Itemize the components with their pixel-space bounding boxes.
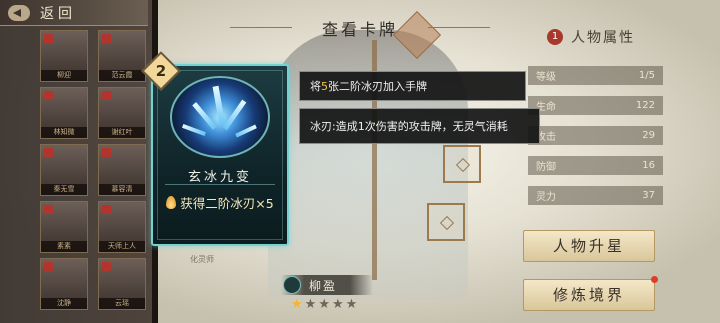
card-caption: 化灵师: [190, 255, 214, 264]
page-title: 查看卡牌: [321, 20, 398, 39]
roster-portrait[interactable]: 范云霞: [98, 30, 146, 82]
element-badge-icon: [44, 262, 53, 271]
attribute-value: 16: [642, 160, 655, 171]
roster-portrait[interactable]: 林知微: [40, 87, 88, 139]
star-icon: ★: [345, 297, 358, 312]
element-badge-icon: [102, 148, 111, 157]
attribute-label: 防御: [536, 162, 556, 173]
roster-portrait[interactable]: 天师上人: [98, 201, 146, 253]
roster-name: 天师上人: [99, 241, 145, 252]
ice-shard: [235, 124, 257, 138]
tooltip-highlight: 5: [321, 79, 328, 93]
element-icon: [283, 276, 301, 294]
attribute-row: 防御 16: [528, 156, 663, 175]
roster-portrait[interactable]: 慕容清: [98, 144, 146, 196]
roster-portrait[interactable]: 谢红叶: [98, 87, 146, 139]
attribute-row: 生命 122: [528, 96, 663, 115]
character-nameplate: 柳盈: [281, 275, 373, 295]
element-badge-icon: [102, 262, 111, 271]
roster-name: 林知微: [41, 127, 87, 138]
ice-shard: [222, 99, 247, 131]
element-badge-icon: [44, 91, 53, 100]
ice-shards-icon: [170, 76, 270, 158]
back-button[interactable]: 返回: [0, 0, 148, 26]
star-icon: ★: [304, 297, 317, 312]
roster-name: 秦无雪: [41, 184, 87, 195]
star-icon: ★: [291, 297, 303, 312]
roster-name: 素素: [41, 241, 87, 252]
attribute-label: 灵力: [536, 192, 556, 203]
card-divider: [165, 184, 275, 185]
attribute-value: 1/5: [638, 70, 655, 81]
card-effect: 获得二阶冰刃×5: [153, 193, 287, 212]
attributes-title: 人物属性: [571, 30, 635, 46]
skill-card[interactable]: 玄冰九变 获得二阶冰刃×5: [151, 64, 289, 246]
back-arrow-icon: [8, 4, 30, 21]
tooltip-prefix: 将: [310, 80, 321, 93]
flame-icon: [166, 196, 177, 209]
element-badge-icon: [102, 91, 111, 100]
element-badge-icon: [44, 148, 53, 157]
ice-shard: [192, 102, 217, 130]
character-name: 柳盈: [309, 278, 338, 293]
equipment-slot[interactable]: [427, 203, 465, 241]
back-label: 返回: [40, 5, 76, 22]
card-effect-text: 获得二阶冰刃×5: [180, 196, 274, 211]
roster-name: 柳迎: [41, 70, 87, 81]
roster-name: 慕容清: [99, 184, 145, 195]
attribute-value: 37: [642, 190, 655, 201]
roster-portrait[interactable]: 云瑶: [98, 258, 146, 310]
roster-portrait[interactable]: 柳迎: [40, 30, 88, 82]
element-badge-icon: [102, 34, 111, 43]
cultivate-realm-label: 修炼境界: [552, 286, 625, 304]
ice-shard: [182, 124, 206, 136]
roster-name: 谢红叶: [99, 127, 145, 138]
card-tooltip: 将 5 张二阶冰刃加入手牌: [299, 71, 526, 101]
roster-name: 范云霞: [99, 70, 145, 81]
equipment-slot[interactable]: [443, 145, 481, 183]
element-badge-icon: [102, 205, 111, 214]
page-title-banner: 查看卡牌: [230, 14, 490, 42]
roster-portrait[interactable]: 沈静: [40, 258, 88, 310]
element-badge-icon: [44, 34, 53, 43]
attribute-row: 攻击 29: [528, 126, 663, 145]
roster-portrait[interactable]: 素素: [40, 201, 88, 253]
card-cost: 2: [155, 62, 167, 80]
star-icon: ★: [318, 297, 330, 312]
element-badge-icon: [44, 205, 53, 214]
ice-shard: [212, 85, 226, 127]
attribute-value: 122: [635, 100, 655, 111]
cultivate-realm-button[interactable]: 修炼境界: [523, 276, 658, 311]
attribute-row: 灵力 37: [528, 186, 663, 205]
roster-name: 沈静: [41, 298, 87, 309]
attribute-row: 等级 1/5: [528, 66, 663, 85]
tooltip-keyword-text: 冰刃:造成1次伤害的攻击牌，无灵气消耗: [310, 120, 508, 133]
attributes-icon: 1: [547, 29, 563, 45]
star-rating: ★ ★ ★ ★ ★: [291, 298, 357, 312]
star-icon: ★: [331, 297, 344, 312]
notification-dot: [651, 276, 658, 283]
card-name: 玄冰九变: [187, 170, 252, 185]
card-keyword-tooltip: 冰刃:造成1次伤害的攻击牌，无灵气消耗: [299, 108, 540, 144]
attribute-value: 29: [642, 130, 655, 141]
upgrade-star-button[interactable]: 人物升星: [523, 230, 655, 262]
attribute-label: 等级: [536, 72, 556, 83]
roster-portrait[interactable]: 秦无雪: [40, 144, 88, 196]
tooltip-suffix: 张二阶冰刃加入手牌: [328, 80, 427, 93]
roster-name: 云瑶: [99, 298, 145, 309]
attributes-header: 1 人物属性: [547, 27, 635, 47]
